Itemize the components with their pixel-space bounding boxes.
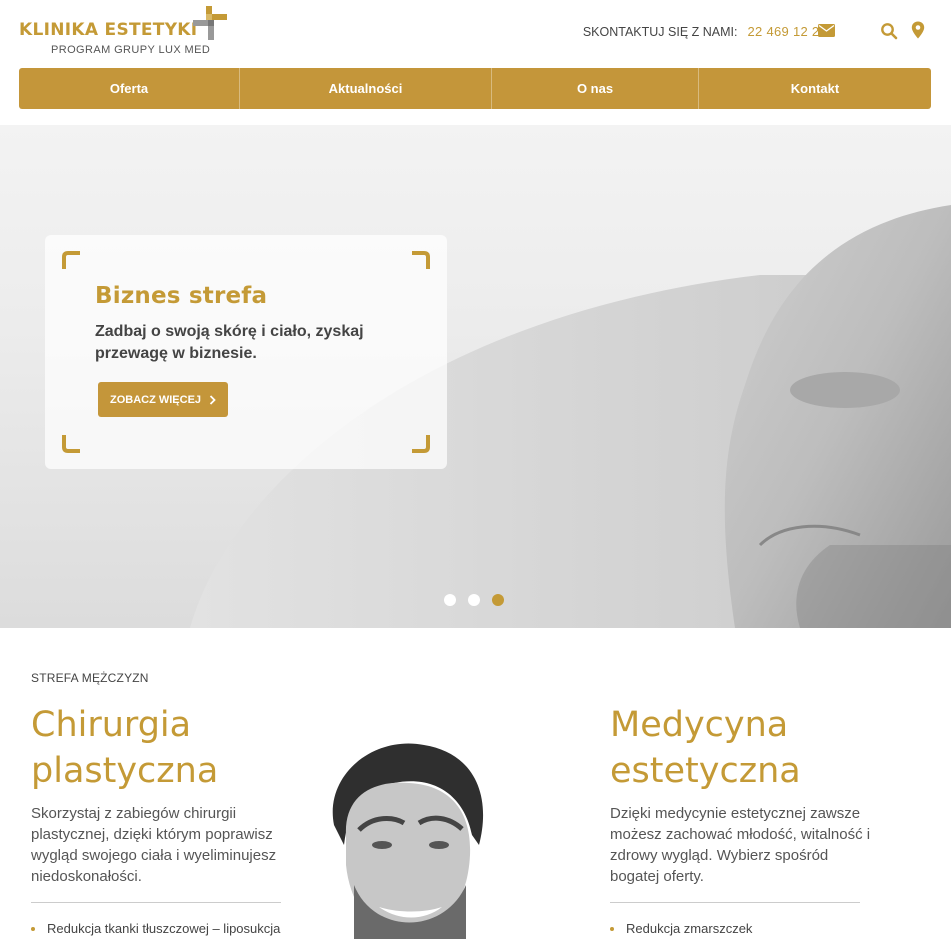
logo[interactable]: KLINIKA ESTETYKI PROGRAM GRUPY LUX MED [19,6,234,58]
logo-subtitle: PROGRAM GRUPY LUX MED [51,44,211,56]
nav-item-o-nas[interactable]: O nas [492,68,699,109]
slider-dot[interactable] [468,594,480,606]
map-pin-icon[interactable] [911,21,925,39]
left-divider [31,902,281,903]
left-column-text: Skorzystaj z zabiegów chirurgii plastycz… [31,805,277,885]
list-item[interactable]: Redukcja tkanki tłuszczowej – liposukcja [31,921,280,936]
left-title-line2: plastyczna [31,751,219,791]
hero-card: Biznes strefa Zadbaj o swoją skórę i cia… [45,235,447,469]
contact-info: SKONTAKTUJ SIĘ Z NAMI: 22 469 12 29 [583,24,827,39]
right-column-text: Dzięki medycynie estetycznej zawsze może… [610,805,871,885]
slider-dots [444,594,504,606]
hero-text: Zadbaj o swoją skórę i ciało, zyskaj prz… [95,323,364,362]
site-header: KLINIKA ESTETYKI PROGRAM GRUPY LUX MED S… [0,0,951,66]
section-label: STREFA MĘŻCZYZN [31,671,149,685]
corner-bottom-right-icon [412,435,430,453]
corner-top-left-icon [62,251,80,269]
contact-label: SKONTAKTUJ SIĘ Z NAMI: [582,24,738,39]
corner-top-right-icon [412,251,430,269]
phone-number[interactable]: 22 469 12 29 [747,24,827,39]
right-list: Redukcja zmarszczek [610,921,752,936]
hero-title: Biznes strefa [95,283,268,309]
logo-cross-icon [193,6,227,40]
see-more-button[interactable]: ZOBACZ WIĘCEJ [98,382,228,417]
search-icon[interactable] [880,22,898,40]
left-title-line1: Chirurgia [31,705,192,745]
see-more-label: ZOBACZ WIĘCEJ [109,393,202,406]
left-list: Redukcja tkanki tłuszczowej – liposukcja [31,921,280,936]
nav-item-oferta[interactable]: Oferta [19,68,240,109]
right-title-line2: estetyczna [610,751,801,791]
portrait-image [332,743,484,939]
nav-item-aktualnosci[interactable]: Aktualności [240,68,492,109]
right-column-title[interactable]: Medycyna estetyczna [610,702,801,794]
corner-bottom-left-icon [62,435,80,453]
logo-title: KLINIKA ESTETYKI [19,20,198,40]
slider-dot-active[interactable] [492,594,504,606]
main-nav: Oferta Aktualności O nas Kontakt [19,68,931,109]
nav-item-kontakt[interactable]: Kontakt [699,68,931,109]
chevron-right-icon [209,394,216,405]
hero-slider: Biznes strefa Zadbaj o swoją skórę i cia… [0,125,951,628]
mail-icon[interactable] [818,24,835,37]
list-item[interactable]: Redukcja zmarszczek [610,921,752,936]
right-title-line1: Medycyna [610,705,789,745]
left-column-title[interactable]: Chirurgia plastyczna [31,702,218,794]
slider-dot[interactable] [444,594,456,606]
right-divider [610,902,860,903]
